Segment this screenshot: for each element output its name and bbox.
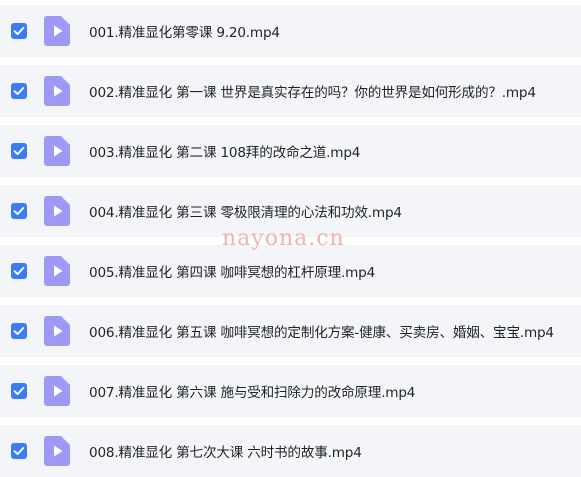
video-file-icon <box>44 316 70 346</box>
file-name: 007.精准显化 第六课 施与受和扫除力的改命原理.mp4 <box>89 385 416 401</box>
video-file-icon <box>44 16 70 46</box>
checkbox-checked-icon[interactable] <box>11 83 27 99</box>
checkbox-checked-icon[interactable] <box>11 203 27 219</box>
checkbox-checked-icon[interactable] <box>11 263 27 279</box>
file-row[interactable]: 008.精准显化 第七次大课 六时书的故事.mp4 <box>0 425 581 477</box>
file-name: 006.精准显化 第五课 咖啡冥想的定制化方案-健康、买卖房、婚姻、宝宝.mp4 <box>89 325 554 341</box>
file-name: 005.精准显化 第四课 咖啡冥想的杠杆原理.mp4 <box>89 265 376 281</box>
file-name: 003.精准显化 第二课 108拜的改命之道.mp4 <box>89 145 361 161</box>
file-row[interactable]: 007.精准显化 第六课 施与受和扫除力的改命原理.mp4 <box>0 365 581 417</box>
file-name: 004.精准显化 第三课 零极限清理的心法和功效.mp4 <box>89 205 402 221</box>
file-name: 002.精准显化 第一课 世界是真实存在的吗？你的世界是如何形成的？.mp4 <box>89 85 536 101</box>
file-row[interactable]: 005.精准显化 第四课 咖啡冥想的杠杆原理.mp4 <box>0 245 581 297</box>
video-file-icon <box>44 136 70 166</box>
video-file-icon <box>44 196 70 226</box>
file-row[interactable]: 004.精准显化 第三课 零极限清理的心法和功效.mp4 <box>0 185 581 237</box>
file-row[interactable]: 003.精准显化 第二课 108拜的改命之道.mp4 <box>0 125 581 177</box>
file-name: 001.精准显化第零课 9.20.mp4 <box>89 25 280 41</box>
checkbox-checked-icon[interactable] <box>11 23 27 39</box>
checkbox-checked-icon[interactable] <box>11 383 27 399</box>
checkbox-checked-icon[interactable] <box>11 323 27 339</box>
video-file-icon <box>44 76 70 106</box>
file-row[interactable]: 001.精准显化第零课 9.20.mp4 <box>0 5 581 57</box>
video-file-icon <box>44 256 70 286</box>
file-list: 001.精准显化第零课 9.20.mp4 002.精准显化 第一课 世界是真实存… <box>0 0 581 477</box>
video-file-icon <box>44 376 70 406</box>
checkbox-checked-icon[interactable] <box>11 443 27 459</box>
file-row[interactable]: 002.精准显化 第一课 世界是真实存在的吗？你的世界是如何形成的？.mp4 <box>0 65 581 117</box>
file-row[interactable]: 006.精准显化 第五课 咖啡冥想的定制化方案-健康、买卖房、婚姻、宝宝.mp4 <box>0 305 581 357</box>
video-file-icon <box>44 436 70 466</box>
file-name: 008.精准显化 第七次大课 六时书的故事.mp4 <box>89 445 362 461</box>
checkbox-checked-icon[interactable] <box>11 143 27 159</box>
